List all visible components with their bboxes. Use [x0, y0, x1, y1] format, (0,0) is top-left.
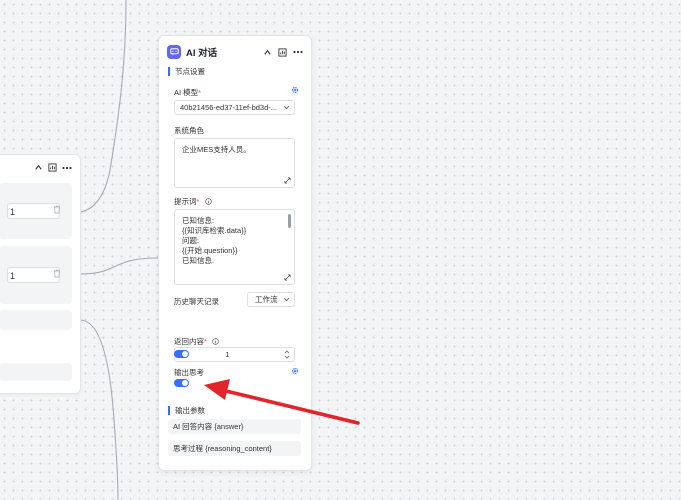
left-node-output-row [0, 310, 72, 330]
gear-icon[interactable] [291, 86, 299, 94]
trash-icon[interactable] [53, 205, 61, 214]
ai-chat-icon [167, 45, 181, 59]
prompt-scrollbar[interactable] [288, 214, 291, 228]
return-content-label: 返回内容* [174, 336, 219, 347]
node-settings-title: 节点设置 [168, 67, 205, 76]
history-count-stepper[interactable]: 1 [174, 347, 295, 362]
history-label: 历史聊天记录 [174, 297, 219, 306]
left-node-actions [34, 163, 72, 172]
left-node-param-row: 1 [0, 246, 72, 304]
expand-icon[interactable] [284, 274, 291, 281]
chart-icon[interactable] [278, 47, 287, 57]
node-header: AI 对话 [167, 44, 303, 60]
info-icon[interactable] [212, 338, 219, 345]
expand-icon[interactable] [284, 177, 291, 184]
stepper-buttons[interactable] [280, 348, 294, 361]
prompt-label: 提示词* [174, 196, 212, 207]
output-thinking-switch[interactable] [174, 379, 189, 387]
more-icon[interactable] [293, 50, 303, 54]
history-count-value: 1 [225, 350, 230, 359]
output-thinking-label: 输出思考 [174, 368, 204, 377]
info-icon[interactable] [204, 198, 212, 205]
left-node-output-row [0, 363, 72, 381]
return-content-switch[interactable] [174, 350, 189, 358]
prompt-text: 已知信息: {{知识库检索.data}} 问题: {{开始.question}}… [182, 216, 247, 265]
node-title: AI 对话 [186, 48, 218, 59]
output-param-item: AI 回答内容 {answer} [168, 419, 301, 434]
system-role-textarea[interactable]: 企业MES支持人员。 [174, 138, 295, 188]
output-param-item: 思考过程 {reasoning_content} [168, 441, 301, 456]
history-source-value: 工作流 [255, 295, 278, 304]
connection-wires [79, 0, 159, 500]
chevron-up-icon[interactable] [263, 48, 272, 57]
prompt-textarea[interactable]: 已知信息: {{知识库检索.data}} 问题: {{开始.question}}… [174, 209, 295, 285]
chevron-up-icon[interactable] [34, 163, 43, 172]
chevron-down-icon [283, 101, 290, 114]
history-source-select[interactable]: 工作流 [247, 292, 295, 307]
model-label: AI 模型* [174, 88, 202, 97]
more-icon[interactable] [62, 166, 72, 170]
left-workflow-node[interactable]: 1 1 [0, 154, 81, 394]
system-role-text: 企业MES支持人员。 [182, 145, 251, 154]
model-select-value: 40b21456-ed37-11ef-bd3d-... [180, 103, 278, 112]
chart-icon[interactable] [48, 163, 57, 172]
gear-icon[interactable] [291, 367, 299, 375]
output-params-title: 输出参数 [168, 406, 205, 415]
system-role-label: 系统角色 [174, 126, 204, 135]
chevron-down-icon [283, 293, 290, 306]
ai-chat-node[interactable]: AI 对话 节点设置 AI 模型* 40b21456-ed37-11ef-bd3… [158, 35, 312, 471]
node-header-actions [263, 47, 303, 57]
trash-icon[interactable] [53, 269, 61, 278]
left-node-param-row: 1 [0, 183, 72, 239]
model-select[interactable]: 40b21456-ed37-11ef-bd3d-... [174, 100, 295, 115]
